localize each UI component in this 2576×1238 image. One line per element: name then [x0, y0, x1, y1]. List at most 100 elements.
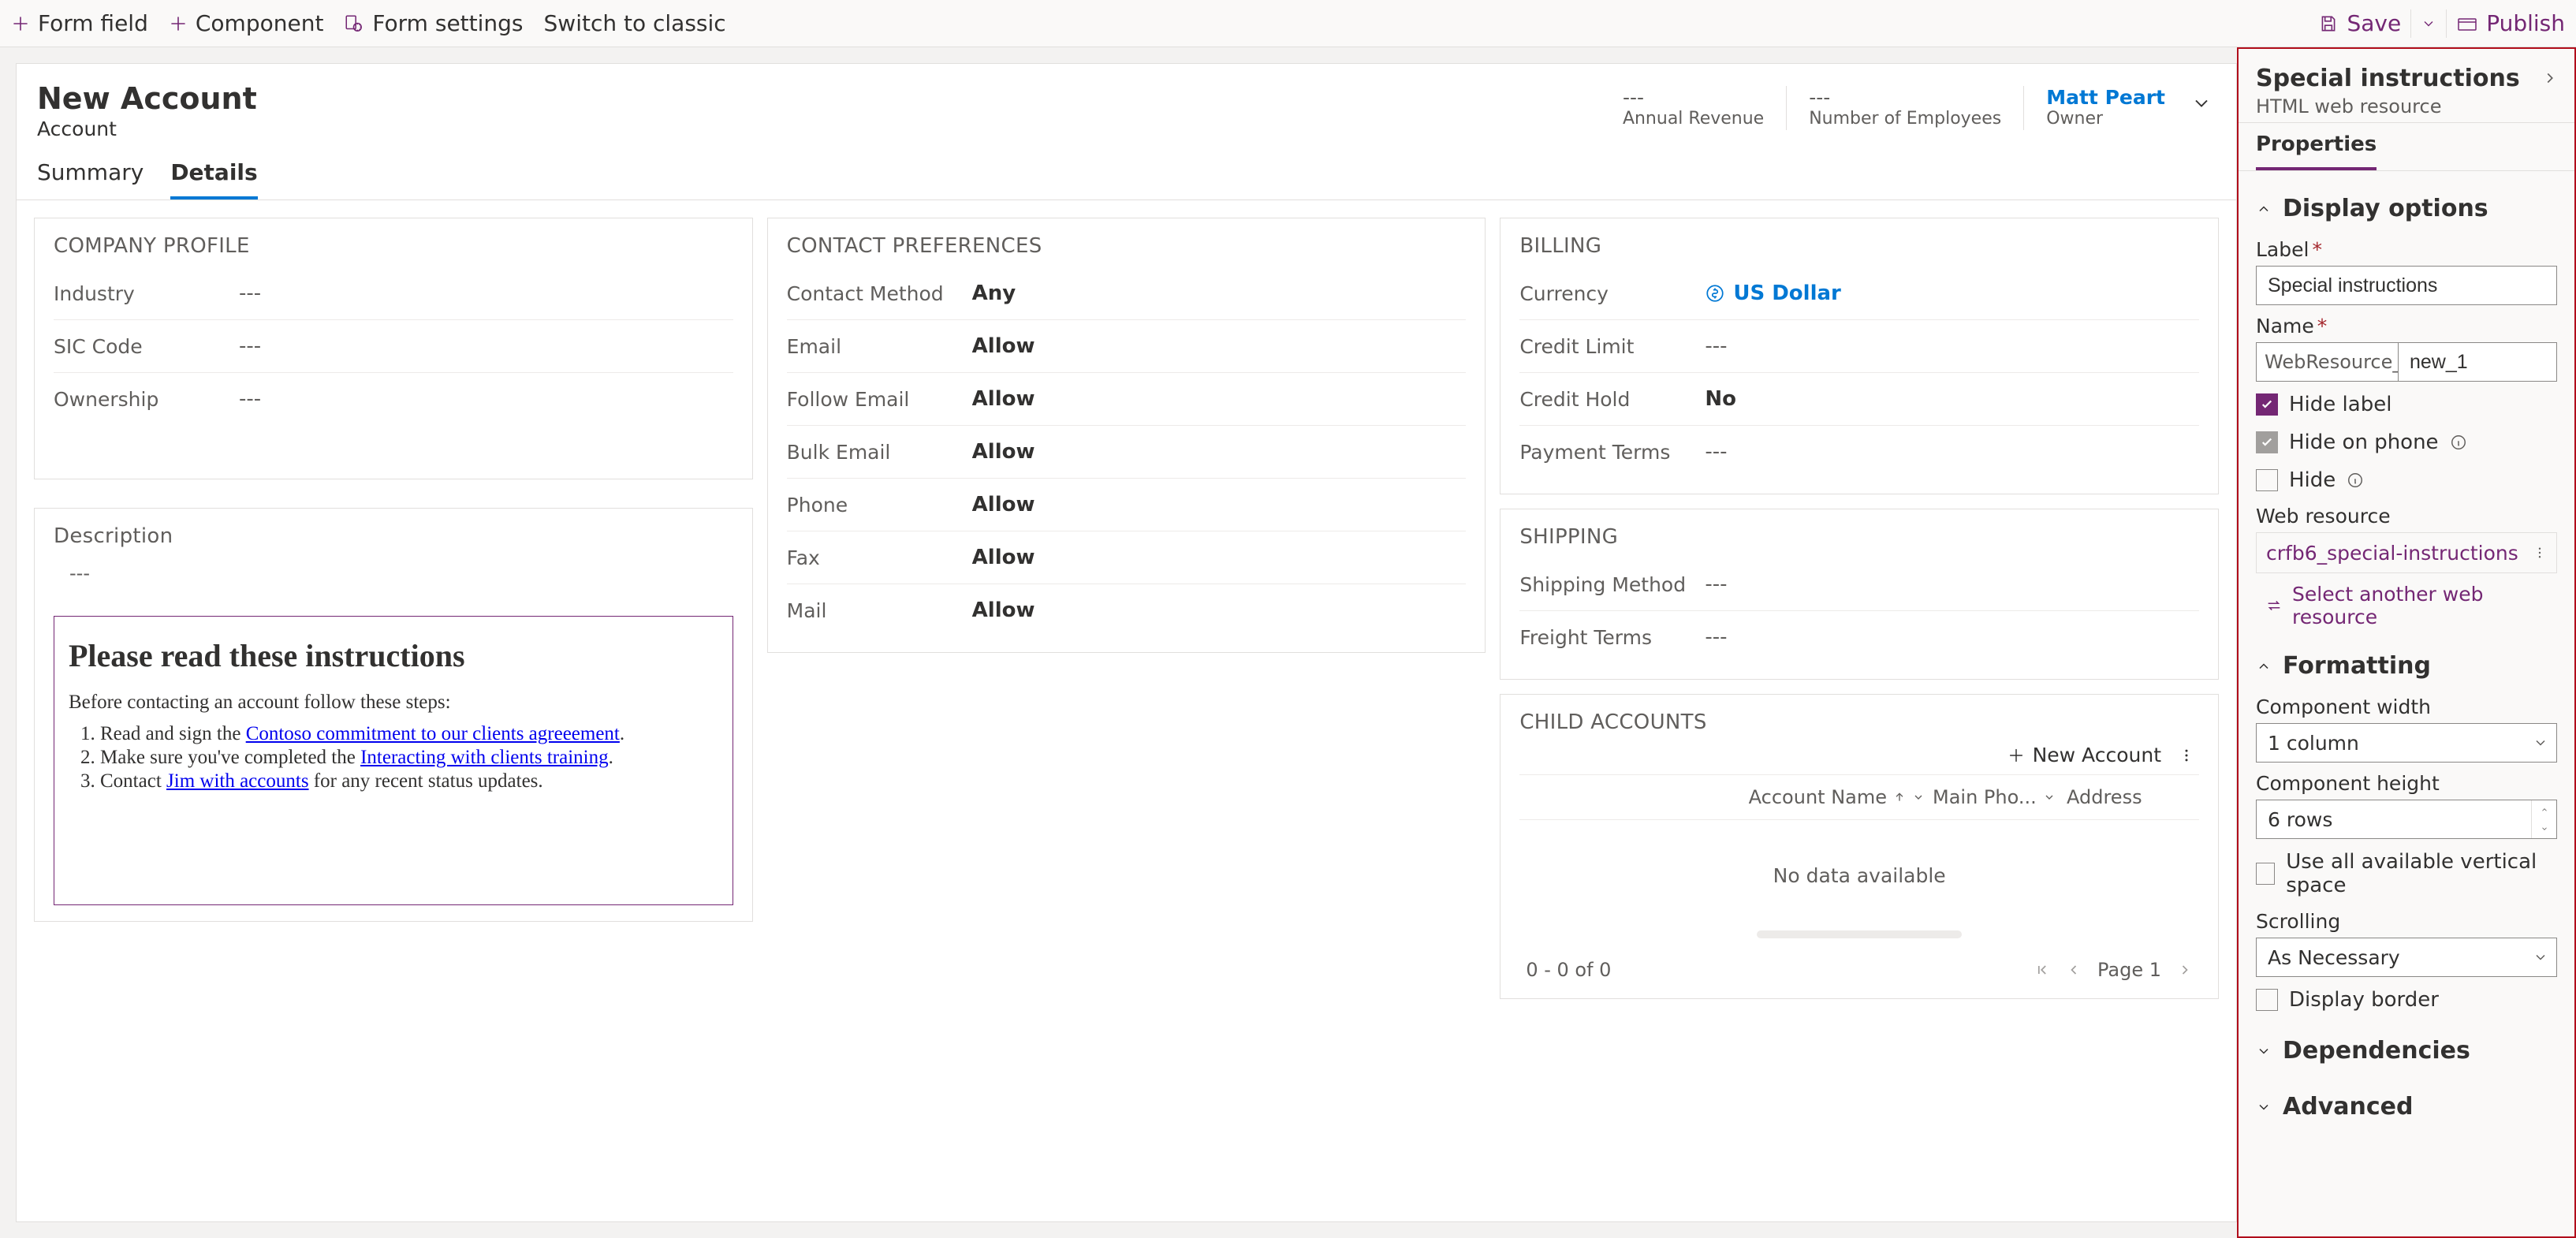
- web-resource-label: Web resource: [2256, 505, 2557, 528]
- contoso-agreement-link[interactable]: Contoso commitment to our clients agreee…: [246, 723, 620, 744]
- field-row[interactable]: MailAllow: [787, 584, 1467, 636]
- header-num-employees[interactable]: --- Number of Employees: [1809, 86, 2001, 129]
- header-annual-revenue[interactable]: --- Annual Revenue: [1623, 86, 1764, 129]
- save-menu-button[interactable]: [2421, 16, 2436, 32]
- plus-icon: [11, 14, 30, 33]
- header-expand-button[interactable]: [2187, 86, 2216, 121]
- col-account-name[interactable]: Account Name: [1526, 786, 1925, 808]
- chevron-down-icon: [2256, 1099, 2272, 1115]
- checkbox-unchecked-icon: [2256, 469, 2278, 491]
- separator: [1786, 86, 1787, 130]
- field-row[interactable]: PhoneAllow: [787, 479, 1467, 531]
- component-height-spinner[interactable]: 6 rows: [2256, 800, 2557, 839]
- company-profile-section[interactable]: COMPANY PROFILE Industry --- SIC Code --…: [34, 218, 753, 479]
- field-row[interactable]: Currency US Dollar: [1519, 267, 2199, 320]
- field-row[interactable]: Bulk EmailAllow: [787, 426, 1467, 479]
- grid-scrollbar[interactable]: [1757, 930, 1962, 938]
- advanced-toggle[interactable]: Advanced: [2256, 1087, 2557, 1127]
- field-row[interactable]: Ownership ---: [54, 373, 733, 425]
- select-another-webresource-link[interactable]: Select another web resource: [2256, 573, 2557, 630]
- use-all-space-checkbox[interactable]: Use all available vertical space: [2256, 839, 2557, 901]
- contact-preferences-section[interactable]: CONTACT PREFERENCES Contact MethodAny Em…: [767, 218, 1486, 653]
- component-height-label: Component height: [2256, 772, 2557, 795]
- dependencies-toggle[interactable]: Dependencies: [2256, 1031, 2557, 1071]
- panel-collapse-button[interactable]: [2537, 65, 2563, 91]
- first-page-button[interactable]: [2034, 962, 2050, 978]
- grid-overflow-button[interactable]: [2179, 746, 2194, 765]
- chevron-down-icon: [2190, 92, 2213, 114]
- training-link[interactable]: Interacting with clients training: [360, 747, 609, 768]
- hide-label-checkbox[interactable]: Hide label: [2256, 382, 2557, 420]
- col-main-phone[interactable]: Main Pho...: [1933, 786, 2059, 808]
- label-input[interactable]: [2256, 266, 2557, 305]
- description-value[interactable]: ---: [54, 557, 733, 616]
- child-accounts-section[interactable]: CHILD ACCOUNTS New Account: [1500, 694, 2219, 999]
- entity-name: Account: [37, 117, 257, 140]
- spinner-up-button[interactable]: [2532, 800, 2556, 819]
- grid-count: 0 - 0 of 0: [1526, 959, 1611, 981]
- header-owner[interactable]: Matt Peart Owner: [2046, 86, 2165, 129]
- hide-checkbox[interactable]: Hide: [2256, 457, 2557, 495]
- hide-on-phone-checkbox[interactable]: Hide on phone: [2256, 420, 2557, 457]
- switch-classic-button[interactable]: Switch to classic: [544, 13, 726, 35]
- spinner-down-button[interactable]: [2532, 819, 2556, 838]
- page-indicator: Page 1: [2097, 959, 2161, 981]
- field-row[interactable]: FaxAllow: [787, 531, 1467, 584]
- new-account-button[interactable]: New Account: [2007, 744, 2161, 766]
- chevron-down-icon: [2421, 16, 2436, 32]
- instructions-list: Read and sign the Contoso commitment to …: [100, 723, 718, 792]
- display-options-toggle[interactable]: Display options: [2256, 188, 2557, 229]
- save-icon: [2318, 13, 2339, 34]
- plus-icon: [169, 14, 188, 33]
- tab-details[interactable]: Details: [170, 159, 257, 199]
- form-settings-button[interactable]: Form settings: [344, 13, 523, 35]
- formatting-toggle[interactable]: Formatting: [2256, 646, 2557, 686]
- section-title: CONTACT PREFERENCES: [787, 234, 1467, 258]
- info-icon[interactable]: [2450, 434, 2467, 451]
- description-section[interactable]: Description --- Please read these instru…: [34, 508, 753, 922]
- field-row[interactable]: Credit Limit---: [1519, 320, 2199, 373]
- form-field-button[interactable]: Form field: [11, 13, 148, 35]
- grid-empty: No data available: [1519, 820, 2199, 930]
- name-input[interactable]: [2398, 342, 2557, 382]
- shipping-section[interactable]: SHIPPING Shipping Method--- Freight Term…: [1500, 509, 2219, 680]
- section-title: COMPANY PROFILE: [54, 234, 733, 258]
- field-row[interactable]: Payment Terms---: [1519, 426, 2199, 478]
- next-page-button[interactable]: [2177, 962, 2193, 978]
- billing-section[interactable]: BILLING Currency US Dollar: [1500, 218, 2219, 494]
- component-button[interactable]: Component: [169, 13, 324, 35]
- special-instructions-webresource[interactable]: Please read these instructions Before co…: [54, 616, 733, 905]
- field-row[interactable]: Contact MethodAny: [787, 267, 1467, 320]
- col-address[interactable]: Address: [2067, 786, 2193, 808]
- currency-icon: [1705, 283, 1725, 304]
- field-row[interactable]: Follow EmailAllow: [787, 373, 1467, 426]
- more-vertical-icon[interactable]: [2533, 544, 2547, 561]
- field-row[interactable]: Freight Terms---: [1519, 611, 2199, 663]
- web-resource-link[interactable]: crfb6_special-instructions: [2256, 532, 2557, 573]
- form-settings-label: Form settings: [372, 13, 523, 35]
- jim-accounts-link[interactable]: Jim with accounts: [166, 770, 309, 792]
- tab-summary[interactable]: Summary: [37, 159, 144, 199]
- save-button[interactable]: Save: [2318, 13, 2401, 35]
- section-title: SHIPPING: [1519, 525, 2199, 549]
- separator: [2410, 9, 2411, 38]
- checkbox-checked-icon: [2256, 393, 2278, 416]
- panel-subtitle: HTML web resource: [2256, 95, 2520, 117]
- plus-icon: [2007, 747, 2025, 764]
- field-row[interactable]: Industry ---: [54, 267, 733, 320]
- scrolling-select[interactable]: As Necessary: [2256, 938, 2557, 977]
- properties-tab[interactable]: Properties: [2256, 123, 2377, 170]
- field-row[interactable]: SIC Code ---: [54, 320, 733, 373]
- field-row[interactable]: Credit HoldNo: [1519, 373, 2199, 426]
- publish-button[interactable]: Publish: [2456, 13, 2565, 35]
- component-width-label: Component width: [2256, 695, 2557, 718]
- display-border-checkbox[interactable]: Display border: [2256, 977, 2557, 1015]
- chevron-up-icon: [2256, 201, 2272, 217]
- info-icon[interactable]: [2347, 472, 2364, 489]
- prev-page-button[interactable]: [2066, 962, 2082, 978]
- field-row[interactable]: Shipping Method---: [1519, 558, 2199, 611]
- field-row[interactable]: EmailAllow: [787, 320, 1467, 373]
- publish-icon: [2456, 13, 2478, 34]
- form-field-label: Form field: [38, 13, 148, 35]
- component-width-select[interactable]: 1 column: [2256, 723, 2557, 763]
